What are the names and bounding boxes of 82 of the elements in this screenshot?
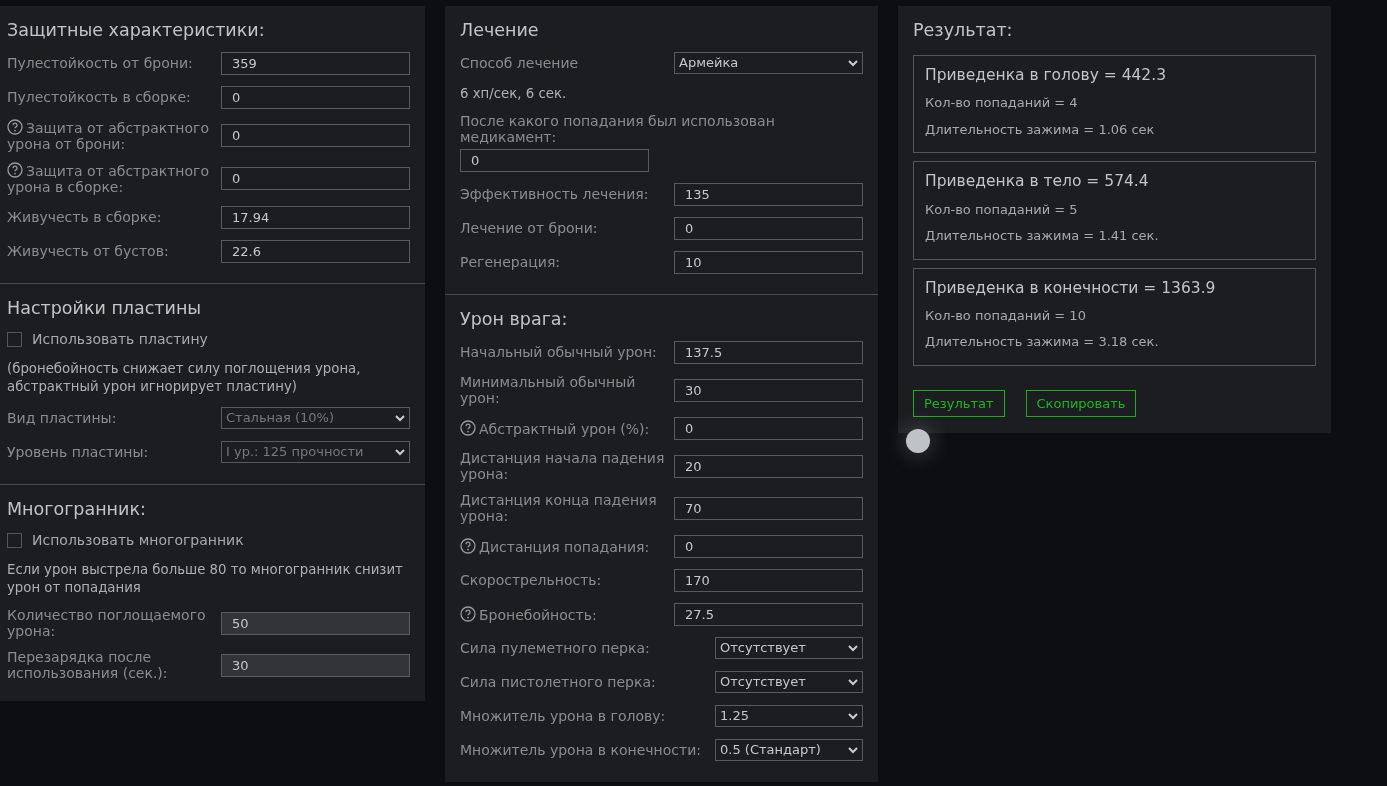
note-text: Если урон выстрела больше 80 то многогранник снизит урон от попадания bbox=[7, 561, 404, 597]
result-line: Кол-во попаданий = 10 bbox=[925, 306, 1087, 325]
field-label: Защита от абстрактного урона в сборке: bbox=[7, 163, 209, 195]
action-button[interactable]: Результат bbox=[913, 389, 1005, 418]
field-label: Способ лечение bbox=[460, 55, 579, 71]
field-label: Эффективность лечения: bbox=[460, 186, 649, 202]
dropdown[interactable]: Отсутствует bbox=[715, 671, 863, 693]
section-heading: Результат: bbox=[913, 20, 1014, 41]
result-title: Приведенка в тело = 574.4 bbox=[925, 171, 1150, 193]
input-field[interactable]: 0 bbox=[460, 149, 649, 172]
dropdown[interactable]: 1.25 bbox=[715, 705, 863, 727]
input-field[interactable]: 70 bbox=[674, 496, 863, 520]
section-heading: Многогранник: bbox=[7, 499, 147, 520]
field-label: Пулестойкость от брони: bbox=[7, 55, 193, 71]
result-line: Длительность зажима = 1.41 сек. bbox=[925, 227, 1160, 245]
field-label: Начальный обычный урон: bbox=[460, 344, 657, 360]
note-text: (бронебойность снижает силу поглощения урона, абстрактный урон игнорирует пластину) bbox=[7, 360, 362, 396]
caret-icon bbox=[848, 678, 858, 686]
checkbox-label: Использовать пластину bbox=[32, 330, 208, 349]
result-line: Кол-во попаданий = 4 bbox=[925, 94, 1079, 113]
field-label: Перезарядка после использования (сек.): bbox=[7, 649, 168, 681]
checkbox-label: Использовать многогранник bbox=[32, 531, 244, 550]
input-field[interactable]: 20 bbox=[674, 454, 863, 478]
field-label: После какого попадания был использован медикамент: bbox=[460, 113, 775, 145]
dropdown[interactable]: 0.5 (Стандарт) bbox=[715, 739, 863, 761]
field-label: Количество поглощаемого урона: bbox=[7, 607, 206, 639]
input-field[interactable]: 27.5 bbox=[674, 602, 863, 626]
field-label: Уровень пластины: bbox=[7, 444, 149, 460]
result-line: Длительность зажима = 3.18 сек. bbox=[925, 333, 1160, 352]
section-heading: Лечение bbox=[460, 20, 540, 41]
result-title: Приведенка в конечности = 1363.9 bbox=[925, 277, 1217, 299]
input-field[interactable]: 135 bbox=[674, 182, 863, 206]
input-field[interactable]: 0 bbox=[674, 416, 863, 440]
section-heading: Настройки пластины bbox=[7, 298, 203, 319]
input-field[interactable]: 22.6 bbox=[221, 239, 410, 263]
checkbox[interactable] bbox=[7, 332, 22, 347]
field-label: Скорострельность: bbox=[460, 572, 602, 588]
field-label: Множитель урона в конечности: bbox=[460, 742, 701, 758]
field-label: Живучесть от бустов: bbox=[7, 243, 169, 259]
field-label: Живучесть в сборке: bbox=[7, 209, 162, 225]
field-label: Множитель урона в голову: bbox=[460, 708, 666, 724]
caret-icon bbox=[848, 712, 858, 720]
input-field[interactable]: 0 bbox=[221, 85, 410, 109]
input-field[interactable]: 137.5 bbox=[674, 340, 863, 364]
field-label: Дистанция конца падения урона: bbox=[460, 492, 657, 524]
result-line: Кол-во попаданий = 5 bbox=[925, 200, 1079, 219]
checkbox[interactable] bbox=[7, 533, 22, 548]
moon-drawing bbox=[906, 429, 930, 453]
input-field[interactable]: 30 bbox=[674, 378, 863, 402]
result-title: Приведенка в голову = 442.3 bbox=[925, 65, 1167, 86]
input-field[interactable]: 0 bbox=[221, 124, 410, 147]
field-label: Регенерация: bbox=[460, 254, 561, 270]
field-label: Сила пистолетного перка: bbox=[460, 674, 656, 690]
field-label: Дистанция начала падения урона: bbox=[460, 450, 665, 482]
field-label: Минимальный обычный урон: bbox=[460, 374, 636, 406]
field-label: Абстрактный урон (%): bbox=[479, 420, 650, 437]
section-heading: Урон врага: bbox=[460, 309, 569, 330]
caret-icon bbox=[395, 448, 405, 456]
input-field[interactable]: 17.94 bbox=[221, 205, 410, 229]
input-field[interactable]: 170 bbox=[674, 568, 863, 592]
field-label: Вид пластины: bbox=[7, 410, 117, 426]
input-field[interactable]: 359 bbox=[221, 51, 410, 75]
input-field[interactable]: 0 bbox=[674, 216, 863, 240]
field-label: Лечение от брони: bbox=[460, 220, 598, 236]
result-line: Длительность зажима = 1.06 сек bbox=[925, 120, 1156, 139]
dropdown[interactable]: Армейка bbox=[674, 52, 863, 74]
caret-icon bbox=[848, 746, 858, 754]
field-label: Пулестойкость в сборке: bbox=[7, 89, 191, 105]
dropdown[interactable]: Отсутствует bbox=[715, 637, 863, 659]
field-label: Дистанция попадания: bbox=[479, 538, 650, 555]
caret-icon bbox=[395, 414, 405, 422]
field-label: Защита от абстрактного урона от брони: bbox=[7, 120, 209, 152]
caret-icon bbox=[848, 644, 858, 652]
input-field[interactable]: 0 bbox=[674, 534, 863, 558]
input-field[interactable]: 10 bbox=[674, 250, 863, 274]
field-label: Сила пулеметного перка: bbox=[460, 640, 650, 656]
section-heading: Защитные характеристики: bbox=[7, 20, 266, 41]
input-field[interactable]: 0 bbox=[221, 167, 410, 190]
action-button[interactable]: Скопировать bbox=[1025, 389, 1137, 418]
field-label: Бронебойность: bbox=[479, 606, 597, 623]
note-text: 6 хп/сек, 6 сек. bbox=[460, 85, 568, 103]
caret-icon bbox=[848, 59, 858, 67]
